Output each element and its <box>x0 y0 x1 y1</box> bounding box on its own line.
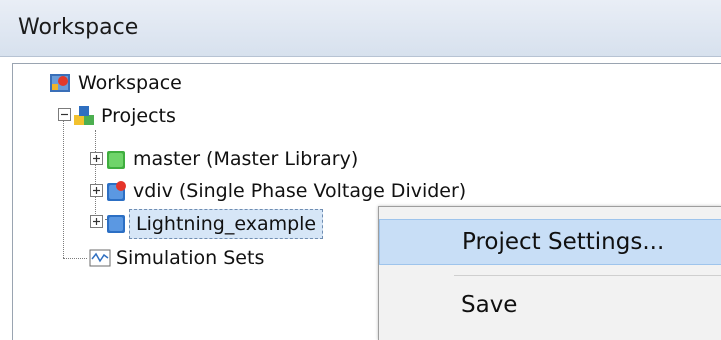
tree-node-project-selected[interactable]: Lightning_example <box>105 209 395 239</box>
tree-node-simulation-sets[interactable]: Simulation Sets <box>89 244 329 272</box>
tree-node-workspace[interactable]: Workspace <box>49 69 269 97</box>
tree-line <box>95 130 96 220</box>
project-cube-icon <box>105 180 127 202</box>
panel-title-bar: Workspace <box>0 0 721 57</box>
tree-node-project[interactable]: vdiv (Single Phase Voltage Divider) <box>105 177 575 205</box>
tree-node-label: master (Master Library) <box>133 148 359 170</box>
menu-item-label: Project Settings... <box>462 229 665 255</box>
collapse-toggle[interactable] <box>58 108 71 121</box>
simulation-sets-icon <box>89 247 111 269</box>
save-menu-item[interactable]: Save <box>379 283 721 327</box>
tree-node-label: vdiv (Single Phase Voltage Divider) <box>133 180 467 202</box>
expand-toggle[interactable] <box>90 152 103 165</box>
tree-node-project[interactable]: master (Master Library) <box>105 145 455 173</box>
tree-line <box>63 108 64 258</box>
tree-node-label: Projects <box>101 105 176 127</box>
projects-icon <box>73 105 95 127</box>
project-cube-icon <box>105 212 127 234</box>
tree-line <box>63 258 87 259</box>
menu-separator <box>454 275 721 276</box>
panel-title: Workspace <box>18 15 139 40</box>
tree-node-label: Workspace <box>78 72 182 94</box>
tree-node-label: Lightning_example <box>129 209 324 239</box>
expand-toggle[interactable] <box>90 215 103 228</box>
expand-toggle[interactable] <box>90 184 103 197</box>
workspace-icon <box>49 72 71 94</box>
tree-node-projects[interactable]: Projects <box>73 102 273 130</box>
tree-node-label: Simulation Sets <box>116 247 265 269</box>
library-cube-icon <box>105 148 127 170</box>
project-settings-menu-item[interactable]: Project Settings... <box>379 219 721 265</box>
context-menu: Project Settings... Save <box>378 206 721 340</box>
menu-item-label: Save <box>461 292 518 318</box>
